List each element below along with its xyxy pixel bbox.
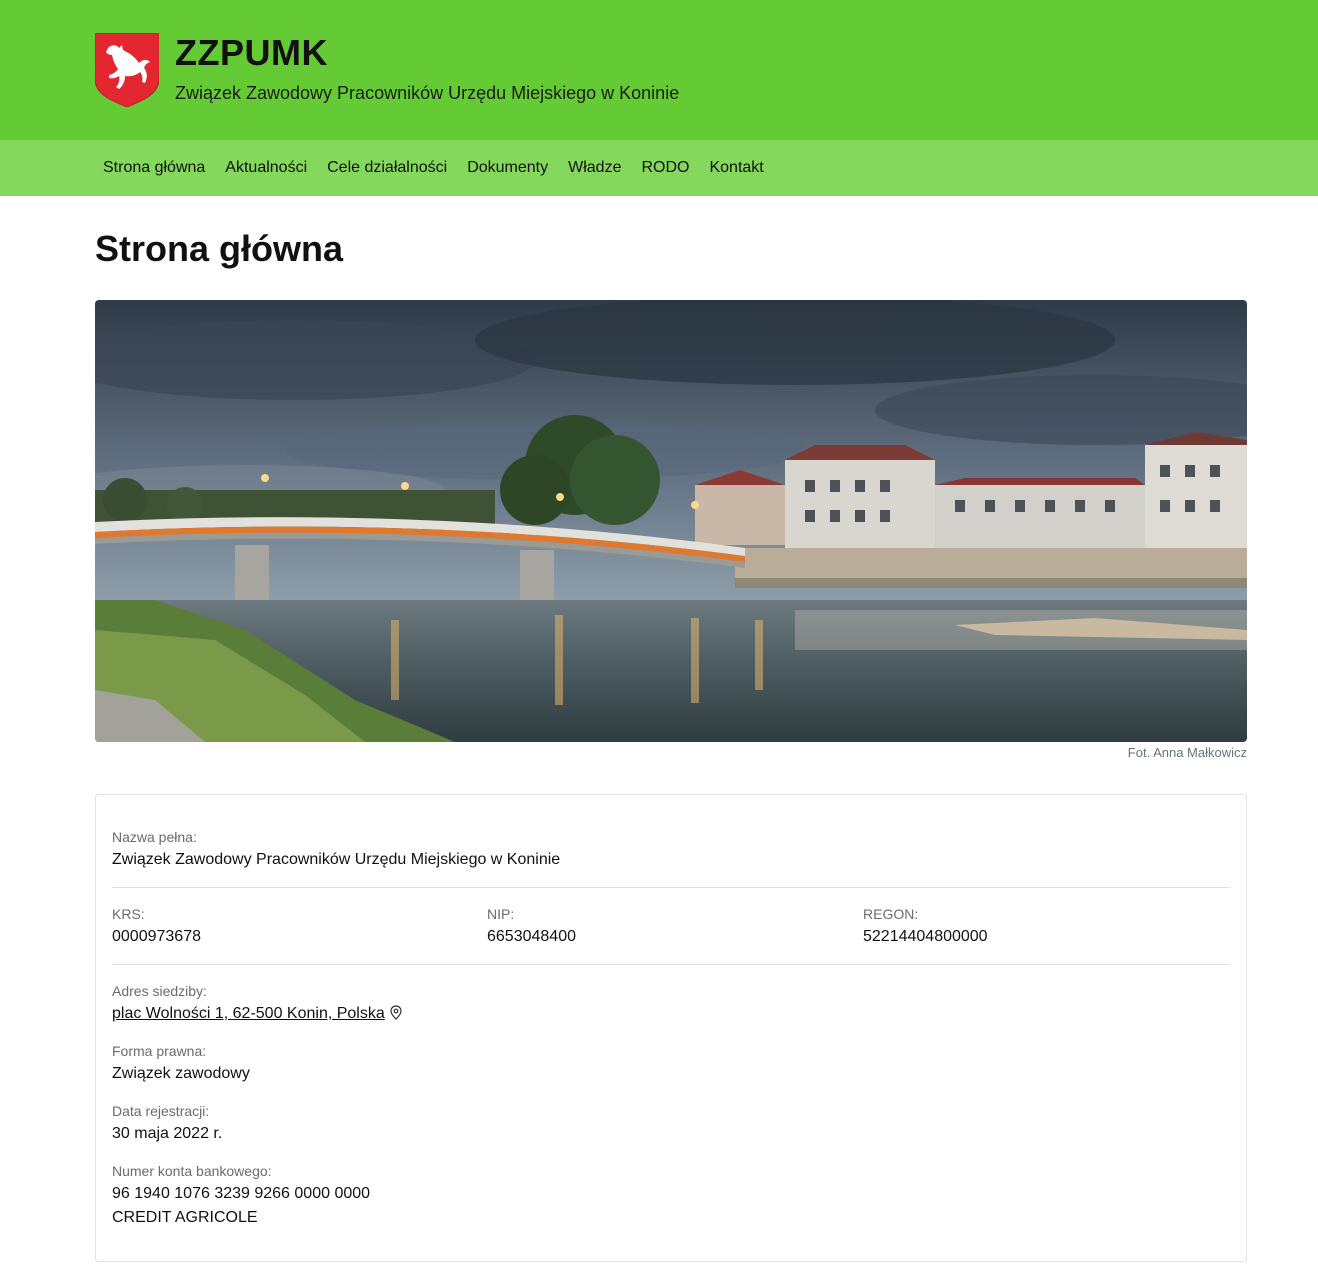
- nav-item-goals[interactable]: Cele działalności: [317, 159, 457, 177]
- address-label: Adres siedziby:: [112, 983, 207, 999]
- nip-label: NIP:: [487, 906, 515, 922]
- address-value: plac Wolności 1, 62-500 Konin, Polska: [112, 1005, 403, 1023]
- organization-info-card: Nazwa pełna: Związek Zawodowy Pracownikó…: [95, 794, 1247, 1262]
- full-name-label: Nazwa pełna:: [112, 829, 197, 845]
- nav-item-documents[interactable]: Dokumenty: [457, 159, 558, 177]
- divider: [112, 964, 1230, 965]
- address-map-link[interactable]: plac Wolności 1, 62-500 Konin, Polska: [112, 1005, 385, 1022]
- coat-of-arms-logo[interactable]: [95, 33, 159, 107]
- registration-date-label: Data rejestracji:: [112, 1103, 210, 1119]
- hero-photo: [95, 300, 1247, 742]
- full-name-value: Związek Zawodowy Pracowników Urzędu Miej…: [112, 851, 561, 868]
- regon-value: 52214404800000: [863, 928, 988, 945]
- main-navigation: Strona główna Aktualności Cele działalno…: [0, 140, 1318, 196]
- nav-item-home[interactable]: Strona główna: [93, 159, 215, 177]
- bank-account-label: Numer konta bankowego:: [112, 1163, 272, 1179]
- legal-form-value: Związek zawodowy: [112, 1065, 250, 1082]
- nip-value: 6653048400: [487, 928, 576, 945]
- site-header: ZZPUMK Związek Zawodowy Pracowników Urzę…: [0, 0, 1318, 140]
- site-subtitle: Związek Zawodowy Pracowników Urzędu Miej…: [175, 83, 680, 103]
- site-title[interactable]: ZZPUMK: [175, 32, 328, 74]
- page-title: Strona główna: [95, 228, 344, 269]
- legal-form-label: Forma prawna:: [112, 1043, 207, 1059]
- nav-item-contact[interactable]: Kontakt: [699, 159, 773, 177]
- nav-item-news[interactable]: Aktualności: [215, 159, 317, 177]
- krs-label: KRS:: [112, 906, 145, 922]
- map-pin-icon[interactable]: [389, 1005, 403, 1020]
- photo-caption: Fot. Anna Małkowicz: [1127, 745, 1247, 760]
- divider: [112, 887, 1230, 888]
- regon-label: REGON:: [863, 906, 919, 922]
- nav-item-rodo[interactable]: RODO: [631, 159, 699, 177]
- nav-item-authorities[interactable]: Władze: [558, 159, 631, 177]
- bank-name: CREDIT AGRICOLE: [112, 1209, 258, 1226]
- nav-list: Strona główna Aktualności Cele działalno…: [93, 140, 774, 196]
- krs-value: 0000973678: [112, 928, 201, 945]
- registration-date-value: 30 maja 2022 r.: [112, 1125, 223, 1142]
- bank-account-number: 96 1940 1076 3239 9266 0000 0000: [112, 1185, 371, 1202]
